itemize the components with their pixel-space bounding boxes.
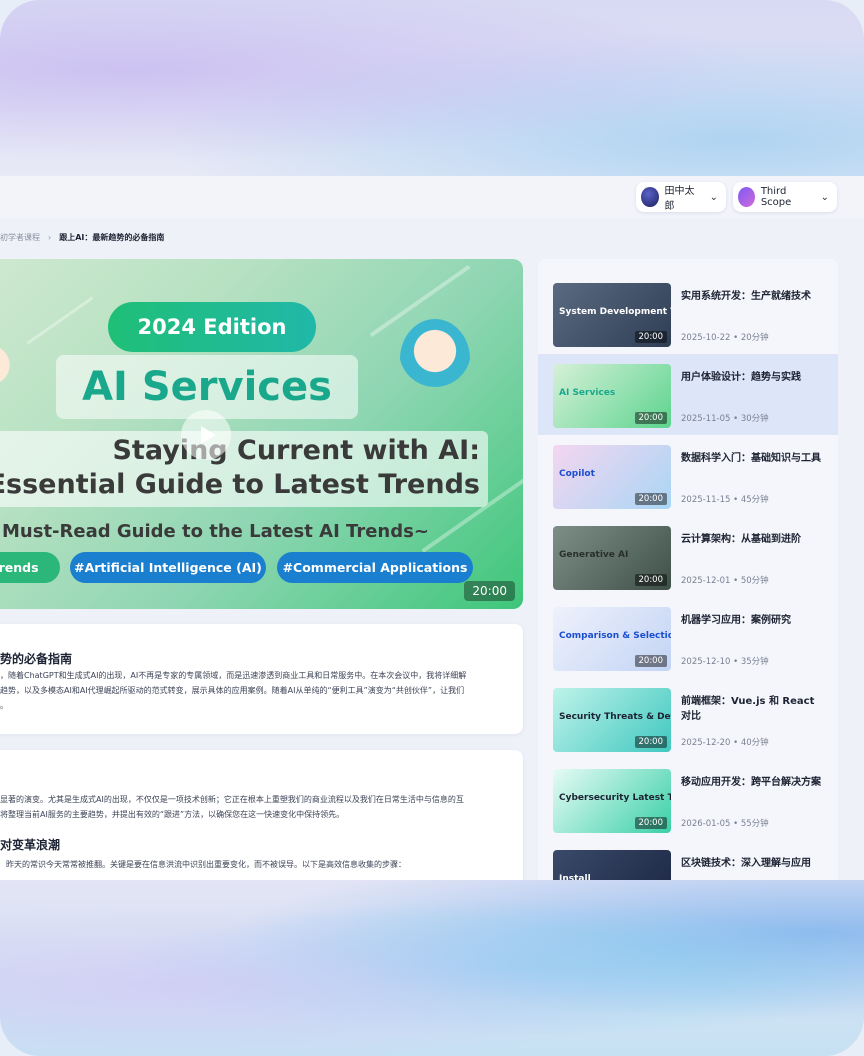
thumbnail-duration: 20:00 [634,736,667,748]
video-tag: #Commercial Applications [277,552,473,583]
video-edition-badge: 2024 Edition [108,302,316,352]
user-menu-button[interactable]: 田中太郎 ⌄ [636,182,726,212]
article-intro: 显著的演变。尤其是生成式AI的出现，不仅仅是一项技术创新；它正在根本上重塑我们的… [0,792,512,822]
article-card: 显著的演变。尤其是生成式AI的出现，不仅仅是一项技术创新；它正在根本上重塑我们的… [0,750,523,880]
description-line: 。 [0,701,8,710]
chevron-down-icon: ⌄ [709,191,718,203]
playlist-sidebar: System Development Techniques 20:00 实用系统开发… [538,259,838,880]
playlist-item-title: 数据科学入门：基础知识与工具 [681,453,821,464]
video-duration: 20:00 [464,581,515,601]
video-player[interactable]: 2024 Edition AI Services Staying Current… [0,259,523,609]
thumbnail-label: AI Services [559,388,616,398]
article-line: 显著的演变。尤其是生成式AI的出现，不仅仅是一项技术创新；它正在根本上重塑我们的… [0,795,464,804]
breadcrumb-parent-link[interactable]: 初学者课程 [0,232,40,243]
thumbnail-label: Copilot [559,469,595,479]
thumbnail-duration: 20:00 [634,493,667,505]
playlist-thumbnail[interactable]: System Development Techniques 20:00 [553,283,671,347]
description-line: 趋势，以及多模态AI和AI代理崛起所驱动的范式转变，展示具体的应用案例。随着AI… [0,686,465,695]
chevron-down-icon: ⌄ [820,191,829,203]
top-bar: 田中太郎 ⌄ Third Scope ⌄ [0,176,864,218]
playlist-item[interactable]: Install 区块链技术：深入理解与应用 [538,840,838,880]
scope-selector-button[interactable]: Third Scope ⌄ [733,182,837,212]
playlist-thumbnail[interactable]: Generative AI 20:00 [553,526,671,590]
video-subtitle: Must-Read Guide to the Latest AI Trends~ [2,521,429,542]
description-card: 势的必备指南 ，随着ChatGPT和生成式AI的出现，AI不再是专家的专属领域，… [0,624,523,734]
thumbnail-duration: 20:00 [634,412,667,424]
playlist-item[interactable]: AI Services 20:00 用户体验设计：趋势与实践 2025-11-05 •… [538,354,838,435]
playlist-thumbnail[interactable]: Cybersecurity Latest Trends and counterm… [553,769,671,833]
playlist-item-meta: 2025-11-15 • 45分钟 [681,495,769,505]
decorative-stripe [26,296,94,345]
playlist-item-meta: 2025-10-22 • 20分钟 [681,333,769,343]
playlist-item-meta: 2026-01-05 • 55分钟 [681,819,769,829]
scope-avatar [738,187,755,207]
playlist-item-title: 前端框架：Vue.js 和 React 对比 [681,696,815,722]
illustration-person-icon [400,319,470,399]
thumbnail-label: Generative AI [559,550,629,560]
breadcrumb-separator-icon: › [48,233,52,242]
description-title: 势的必备指南 [0,652,73,666]
thumbnail-label: Cybersecurity Latest Trends and counterm… [559,793,671,803]
scope-name: Third Scope [760,186,792,208]
thumbnail-label: Security Threats & Defensive Strategies [559,712,671,722]
article-line: 昨天的常识今天常常被推翻。关键是要在信息洪流中识别出重要变化，而不被误导。以下是… [6,860,406,869]
thumbnail-duration: 20:00 [634,817,667,829]
playlist-item-title: 用户体验设计：趋势与实践 [681,372,801,383]
article-line: 将整理当前AI服务的主要趋势，并提出有效的“跟进”方法，以确保您在这一快速变化中… [0,810,345,819]
breadcrumb: 初学者课程 › 跟上AI：最新趋势的必备指南 [0,232,164,243]
playlist-item[interactable]: Cybersecurity Latest Trends and counterm… [538,759,838,840]
video-tag: Trends [0,552,60,583]
thumbnail-label: Install [559,874,591,880]
playlist-item-title: 云计算架构：从基础到进阶 [681,534,801,545]
playlist-item-title: 实用系统开发：生产就绪技术 [681,291,811,302]
playlist-item[interactable]: Generative AI 20:00 云计算架构：从基础到进阶 2025-12-01… [538,516,838,597]
playlist-item-meta: 2025-12-20 • 40分钟 [681,738,769,748]
playlist-thumbnail[interactable]: Copilot 20:00 [553,445,671,509]
thumbnail-duration: 20:00 [634,331,667,343]
play-button[interactable] [181,410,231,460]
article-section-title: 对变革浪潮 [0,838,61,852]
illustration-person-icon [0,329,25,419]
background-bottom [0,880,864,1056]
description-text: ，随着ChatGPT和生成式AI的出现，AI不再是专家的专属领域，而是迅速渗透到… [0,668,512,713]
playlist-item-title: 区块链技术：深入理解与应用 [681,858,811,869]
thumbnail-duration: 20:00 [634,655,667,667]
video-title-line1: Staying Current with AI: [112,435,480,466]
playlist-thumbnail[interactable]: Security Threats & Defensive Strategies 2… [553,688,671,752]
thumbnail-duration: 20:00 [634,574,667,586]
user-avatar [641,187,659,207]
playlist-item-title: 机器学习应用：案例研究 [681,615,791,626]
playlist-item[interactable]: System Development Techniques 20:00 实用系统开发… [538,273,838,354]
playlist-thumbnail[interactable]: Install [553,850,671,880]
playlist-item-meta: 2025-12-01 • 50分钟 [681,576,769,586]
playlist-item-title: 移动应用开发：跨平台解决方案 [681,777,821,788]
video-tag: #Artificial Intelligence (AI) [70,552,266,583]
playlist-item[interactable]: Comparison & Selection Guide 20:00 机器学习应用：… [538,597,838,678]
playlist-item[interactable]: Copilot 20:00 数据科学入门：基础知识与工具 2025-11-15 • 4… [538,435,838,516]
playlist-item[interactable]: Security Threats & Defensive Strategies 2… [538,678,838,759]
device-frame: 田中太郎 ⌄ Third Scope ⌄ 初学者课程 › 跟上AI：最新趋势的必… [0,0,864,1056]
play-icon [200,426,216,444]
playlist-item-meta: 2025-11-05 • 30分钟 [681,414,769,424]
description-line: ，随着ChatGPT和生成式AI的出现，AI不再是专家的专属领域，而是迅速渗透到… [0,671,467,680]
article-section-text: 昨天的常识今天常常被推翻。关键是要在信息洪流中识别出重要变化，而不被误导。以下是… [6,857,518,872]
thumbnail-label: Comparison & Selection Guide [559,631,671,641]
user-name: 田中太郎 [664,186,695,212]
breadcrumb-current: 跟上AI：最新趋势的必备指南 [59,233,165,242]
playlist-item-meta: 2025-12-10 • 35分钟 [681,657,769,667]
video-title-box: Staying Current with AI: Essential Guide… [0,431,488,507]
playlist-thumbnail[interactable]: Comparison & Selection Guide 20:00 [553,607,671,671]
thumbnail-label: System Development Techniques [559,307,671,317]
playlist-thumbnail[interactable]: AI Services 20:00 [553,364,671,428]
video-title-line2: Essential Guide to Latest Trends [0,469,480,500]
background-top [0,0,864,176]
app-window: 田中太郎 ⌄ Third Scope ⌄ 初学者课程 › 跟上AI：最新趋势的必… [0,176,864,880]
